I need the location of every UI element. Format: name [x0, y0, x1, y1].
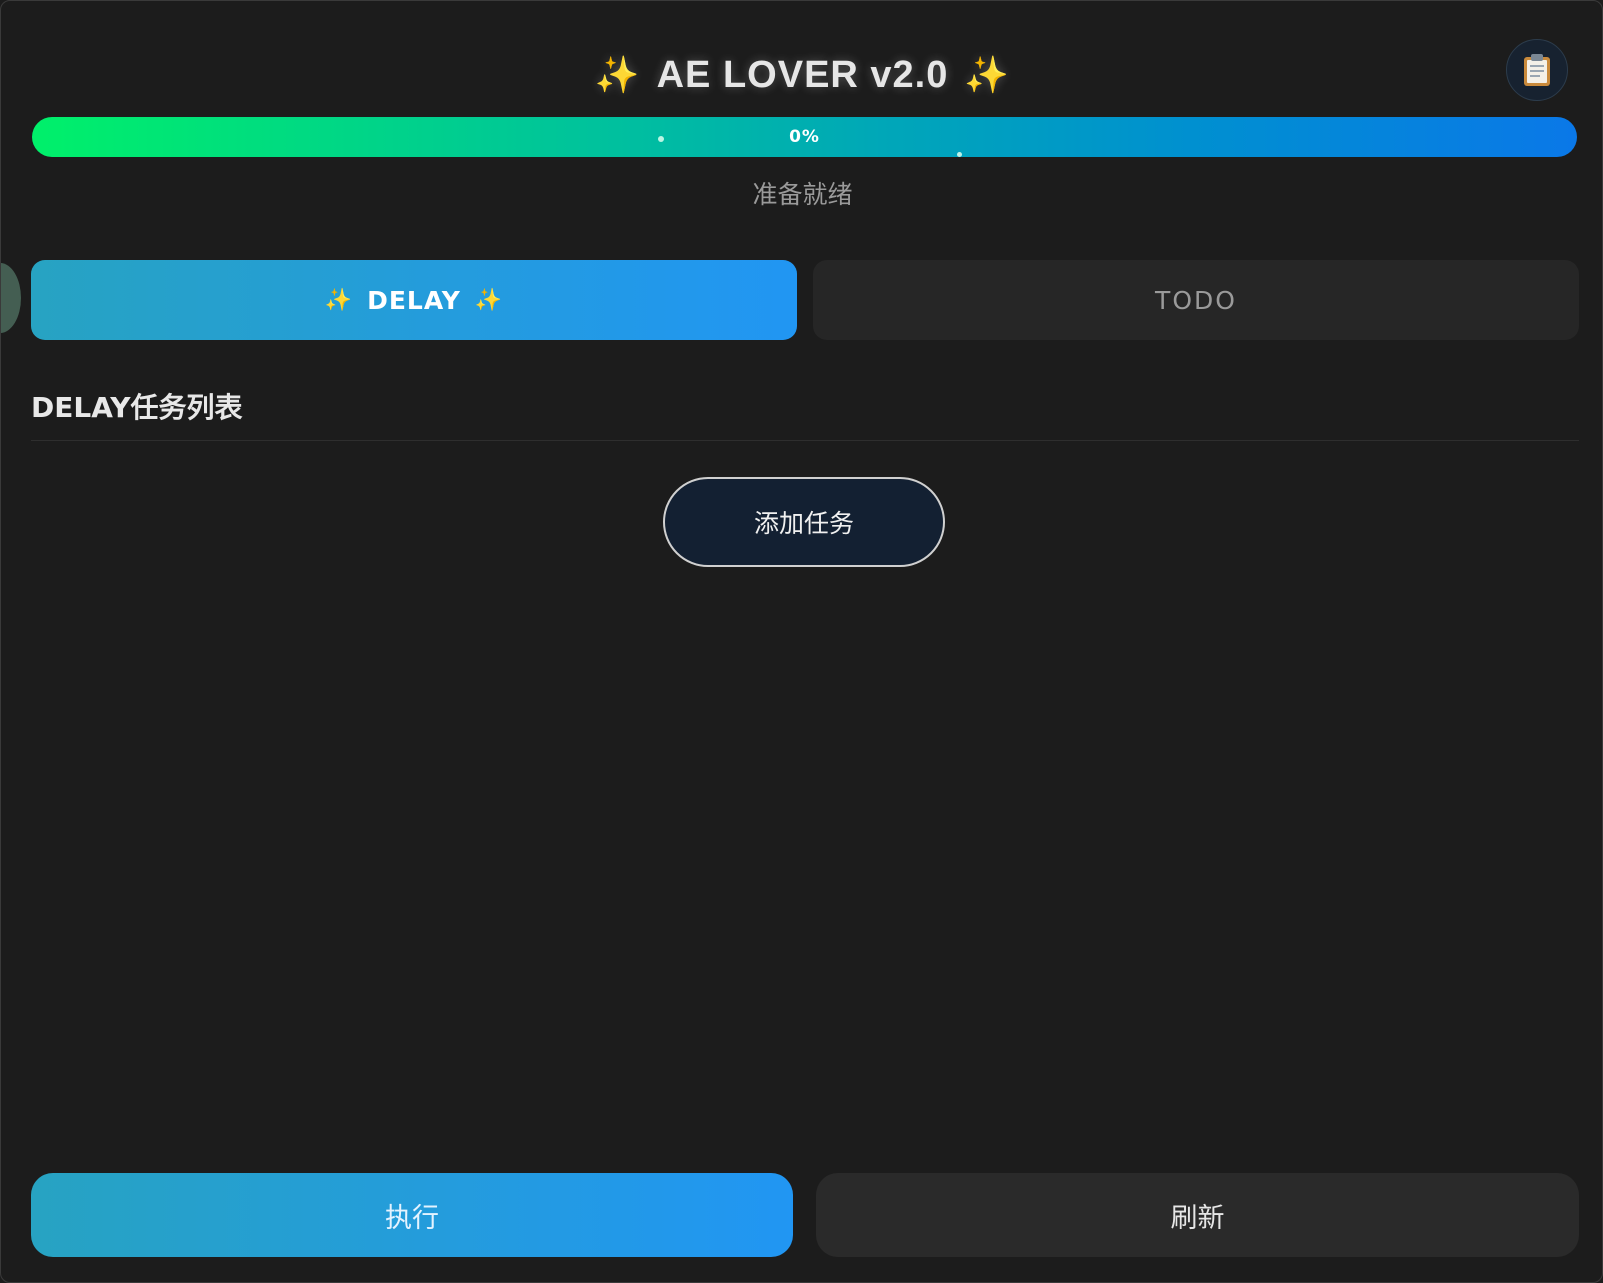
sparkle-icon: ✨: [474, 287, 504, 313]
section-title: DELAY任务列表: [31, 391, 243, 424]
app-title: ✨ AE LOVER v2.0 ✨: [595, 54, 1010, 97]
divider: [31, 440, 1579, 441]
clipboard-icon: [1524, 54, 1550, 86]
sparkle-icon: ✨: [324, 287, 354, 313]
floating-handle[interactable]: [1, 263, 21, 333]
clipboard-button[interactable]: [1506, 39, 1568, 101]
tab-todo-label: TODO: [1155, 285, 1237, 315]
header: ✨ AE LOVER v2.0 ✨: [1, 45, 1602, 105]
run-button[interactable]: 执行: [31, 1173, 793, 1257]
sparkle-icon: ✨: [594, 54, 641, 95]
refresh-button[interactable]: 刷新: [816, 1173, 1579, 1257]
app-title-text: AE LOVER v2.0: [656, 53, 949, 96]
sparkle-icon: ✨: [964, 54, 1011, 95]
app-window: ✨ AE LOVER v2.0 ✨ 0% 准备就绪 ✨ DELAY ✨ TODO…: [0, 0, 1603, 1283]
add-task-button[interactable]: 添加任务: [663, 477, 945, 567]
progress-bar: 0%: [32, 117, 1577, 157]
status-text: 准备就绪: [752, 180, 853, 209]
tab-delay[interactable]: ✨ DELAY ✨: [31, 260, 797, 340]
tab-todo[interactable]: TODO: [813, 260, 1579, 340]
progress-label: 0%: [789, 127, 820, 147]
tab-delay-label: DELAY: [367, 285, 461, 315]
